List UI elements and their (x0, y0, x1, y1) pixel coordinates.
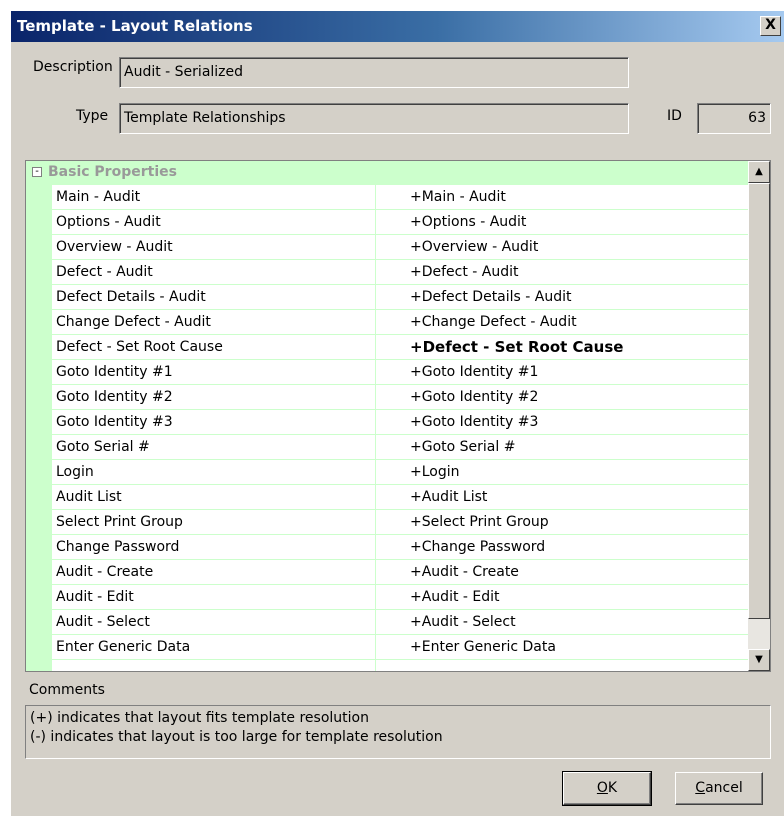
row-value[interactable]: +Defect Details - Audit (410, 289, 572, 305)
grid-row[interactable]: Select Print Group +Select Print Group (52, 510, 748, 535)
description-field[interactable]: Audit - Serialized (119, 57, 629, 88)
row-name: Goto Identity #2 (56, 389, 173, 405)
comment-line-plus: (+) indicates that layout fits template … (30, 710, 369, 726)
arrow-up-icon: ▲ (755, 166, 763, 177)
row-value[interactable]: +Audit - Create (410, 564, 519, 580)
arrow-down-icon: ▼ (755, 654, 763, 665)
row-name: Defect Details - Audit (56, 289, 206, 305)
grid-row[interactable]: Audit - Edit +Audit - Edit (52, 585, 748, 610)
cancel-label: ancel (705, 780, 743, 796)
comments-box[interactable]: (+) indicates that layout fits template … (25, 705, 771, 759)
cancel-button[interactable]: Cancel (675, 772, 763, 805)
collapse-icon[interactable]: - (32, 167, 42, 177)
row-value[interactable]: +Enter Generic Data (410, 639, 556, 655)
row-name: Audit - Create (56, 564, 154, 580)
comments-label: Comments (29, 682, 105, 698)
grid-row[interactable]: Change Password +Change Password (52, 535, 748, 560)
scroll-down-button[interactable]: ▼ (748, 649, 770, 671)
layout-relations-dialog: Template - Layout Relations X Descriptio… (10, 10, 784, 816)
row-value[interactable]: +Change Password (410, 539, 545, 555)
row-name: Defect - Set Root Cause (56, 339, 223, 355)
row-value[interactable]: +Change Defect - Audit (410, 314, 577, 330)
row-value[interactable]: +Goto Identity #1 (410, 364, 538, 380)
grid-row[interactable]: Audit List +Audit List (52, 485, 748, 510)
row-name: Audit List (56, 489, 122, 505)
row-name: Select Print Group (56, 514, 183, 530)
close-button[interactable]: X (760, 16, 781, 36)
description-label: Description (33, 59, 113, 75)
row-name: Goto Identity #1 (56, 364, 173, 380)
grid-row[interactable]: Goto Identity #1 +Goto Identity #1 (52, 360, 748, 385)
grid-row[interactable]: Defect - Audit +Defect - Audit (52, 260, 748, 285)
grid-row[interactable]: Audit - Select +Audit - Select (52, 610, 748, 635)
scroll-thumb[interactable] (748, 183, 770, 619)
row-value[interactable]: +Defect - Audit (410, 264, 519, 280)
grid-row[interactable]: Overview - Audit +Overview - Audit (52, 235, 748, 260)
row-value[interactable]: +Audit List (410, 489, 487, 505)
row-value[interactable]: +Goto Identity #3 (410, 414, 538, 430)
grid-row[interactable]: Audit - Create +Audit - Create (52, 560, 748, 585)
grid-row[interactable]: Defect Details - Audit +Defect Details - … (52, 285, 748, 310)
window-title: Template - Layout Relations (17, 17, 253, 35)
row-name: Goto Serial # (56, 439, 150, 455)
comment-line-minus: (-) indicates that layout is too large f… (30, 729, 443, 745)
type-value: Template Relationships (124, 110, 286, 126)
id-value: 63 (748, 110, 766, 126)
grid-row-selected[interactable]: Defect - Set Root Cause +Defect - Set Roo… (52, 335, 748, 360)
ok-mnemonic: O (596, 780, 608, 796)
scroll-up-button[interactable]: ▲ (748, 161, 770, 183)
grid-row[interactable]: Change Defect - Audit +Change Defect - Au… (52, 310, 748, 335)
grid-gutter (26, 185, 52, 671)
grid-row[interactable]: Goto Serial # +Goto Serial # (52, 435, 748, 460)
row-value[interactable]: +Goto Identity #2 (410, 389, 538, 405)
row-name: Change Defect - Audit (56, 314, 211, 330)
grid-row[interactable]: Goto Identity #2 +Goto Identity #2 (52, 385, 748, 410)
row-value[interactable]: +Options - Audit (410, 214, 526, 230)
row-name: Login (56, 464, 94, 480)
row-name: Audit - Edit (56, 589, 134, 605)
row-name: Defect - Audit (56, 264, 153, 280)
grid-row[interactable]: Main - Audit +Main - Audit (52, 185, 748, 210)
row-value[interactable]: +Select Print Group (410, 514, 549, 530)
row-value[interactable]: +Goto Serial # (410, 439, 515, 455)
ok-button[interactable]: OK (562, 771, 652, 806)
vertical-scrollbar[interactable]: ▲ ▼ (748, 161, 770, 671)
grid-row[interactable]: Goto Identity #3 +Goto Identity #3 (52, 410, 748, 435)
row-value[interactable]: +Audit - Select (410, 614, 516, 630)
id-field[interactable]: 63 (697, 103, 771, 134)
row-name: Enter Generic Data (56, 639, 191, 655)
row-name: Main - Audit (56, 189, 141, 205)
grid-row[interactable]: Login +Login (52, 460, 748, 485)
category-row[interactable]: - Basic Properties (26, 161, 748, 185)
title-bar: Template - Layout Relations X (11, 11, 784, 42)
property-grid[interactable]: - Basic Properties Main - Audit +Main - A… (25, 160, 771, 672)
grid-rows: Main - Audit +Main - Audit Options - Audi… (52, 185, 748, 660)
row-name: Goto Identity #3 (56, 414, 173, 430)
cancel-mnemonic: C (695, 780, 706, 796)
row-value[interactable]: +Login (410, 464, 460, 480)
description-value: Audit - Serialized (124, 64, 244, 80)
id-label: ID (667, 108, 682, 124)
row-value[interactable]: +Main - Audit (410, 189, 506, 205)
row-value[interactable]: +Defect - Set Root Cause (410, 338, 623, 356)
row-name: Options - Audit (56, 214, 161, 230)
row-name: Overview - Audit (56, 239, 173, 255)
row-value[interactable]: +Overview - Audit (410, 239, 538, 255)
row-name: Audit - Select (56, 614, 150, 630)
grid-row[interactable]: Options - Audit +Options - Audit (52, 210, 748, 235)
close-icon: X (765, 17, 776, 33)
grid-row[interactable]: Enter Generic Data +Enter Generic Data (52, 635, 748, 660)
ok-label: K (607, 780, 618, 796)
type-field[interactable]: Template Relationships (119, 103, 629, 134)
row-name: Change Password (56, 539, 180, 555)
row-value[interactable]: +Audit - Edit (410, 589, 500, 605)
category-label: Basic Properties (48, 164, 177, 180)
type-label: Type (76, 108, 109, 124)
